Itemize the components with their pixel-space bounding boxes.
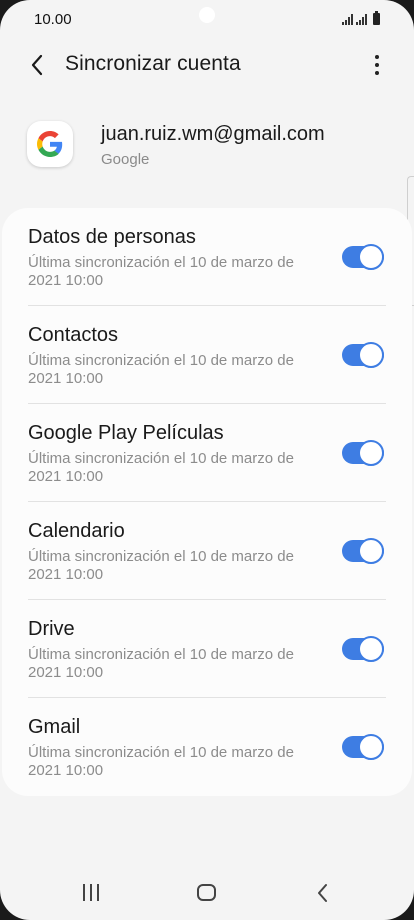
account-header: juan.ruiz.wm@gmail.com Google bbox=[0, 115, 414, 185]
status-time: 10.00 bbox=[34, 11, 72, 28]
sync-item-subtitle: Última sincronización el 10 de marzo de … bbox=[28, 646, 294, 681]
sync-item-title: Drive bbox=[28, 618, 75, 640]
sync-item-title: Calendario bbox=[28, 520, 125, 542]
nav-back-icon[interactable] bbox=[314, 882, 332, 904]
sync-toggle[interactable] bbox=[342, 440, 384, 466]
sync-item-subtitle: Última sincronización el 10 de marzo de … bbox=[28, 548, 294, 583]
page-title: Sincronizar cuenta bbox=[65, 52, 241, 75]
sync-toggle[interactable] bbox=[342, 636, 384, 662]
signal-icon-2 bbox=[356, 13, 367, 25]
sync-item-datos-de-personas[interactable]: Datos de personas Última sincronización … bbox=[2, 208, 412, 306]
status-bar: 10.00 bbox=[0, 0, 414, 40]
google-logo-icon bbox=[27, 121, 73, 167]
sync-toggle[interactable] bbox=[342, 342, 384, 368]
home-icon[interactable] bbox=[197, 884, 216, 901]
sync-toggle[interactable] bbox=[342, 244, 384, 270]
sync-toggle[interactable] bbox=[342, 538, 384, 564]
account-type: Google bbox=[101, 151, 150, 168]
sync-item-subtitle: Última sincronización el 10 de marzo de … bbox=[28, 352, 294, 387]
sync-item-google-play-peliculas[interactable]: Google Play Películas Última sincronizac… bbox=[2, 404, 412, 502]
sync-toggle[interactable] bbox=[342, 734, 384, 760]
sync-item-subtitle: Última sincronización el 10 de marzo de … bbox=[28, 450, 294, 485]
signal-icon bbox=[342, 13, 353, 25]
back-arrow-icon[interactable] bbox=[22, 50, 52, 80]
sync-item-calendario[interactable]: Calendario Última sincronización el 10 d… bbox=[2, 502, 412, 600]
sync-list-card: Datos de personas Última sincronización … bbox=[2, 208, 412, 796]
more-vertical-icon[interactable] bbox=[365, 50, 389, 80]
sync-item-subtitle: Última sincronización el 10 de marzo de … bbox=[28, 744, 294, 779]
sync-item-contactos[interactable]: Contactos Última sincronización el 10 de… bbox=[2, 306, 412, 404]
sync-item-subtitle: Última sincronización el 10 de marzo de … bbox=[28, 254, 294, 289]
sync-item-title: Datos de personas bbox=[28, 226, 196, 248]
battery-icon bbox=[373, 11, 380, 25]
navigation-bar bbox=[0, 860, 414, 920]
sync-item-title: Gmail bbox=[28, 716, 81, 738]
phone-screen: 10.00 Sincronizar cuenta juan.ruiz.wm@gm… bbox=[0, 0, 414, 920]
sync-item-title: Google Play Películas bbox=[28, 422, 224, 444]
sync-item-gmail[interactable]: Gmail Última sincronización el 10 de mar… bbox=[2, 698, 412, 796]
sync-item-drive[interactable]: Drive Última sincronización el 10 de mar… bbox=[2, 600, 412, 698]
camera-cutout bbox=[199, 7, 215, 23]
account-email: juan.ruiz.wm@gmail.com bbox=[101, 123, 325, 145]
status-icons bbox=[342, 11, 380, 25]
recents-icon[interactable] bbox=[81, 884, 101, 902]
header: Sincronizar cuenta bbox=[0, 40, 414, 90]
sync-item-title: Contactos bbox=[28, 324, 119, 346]
